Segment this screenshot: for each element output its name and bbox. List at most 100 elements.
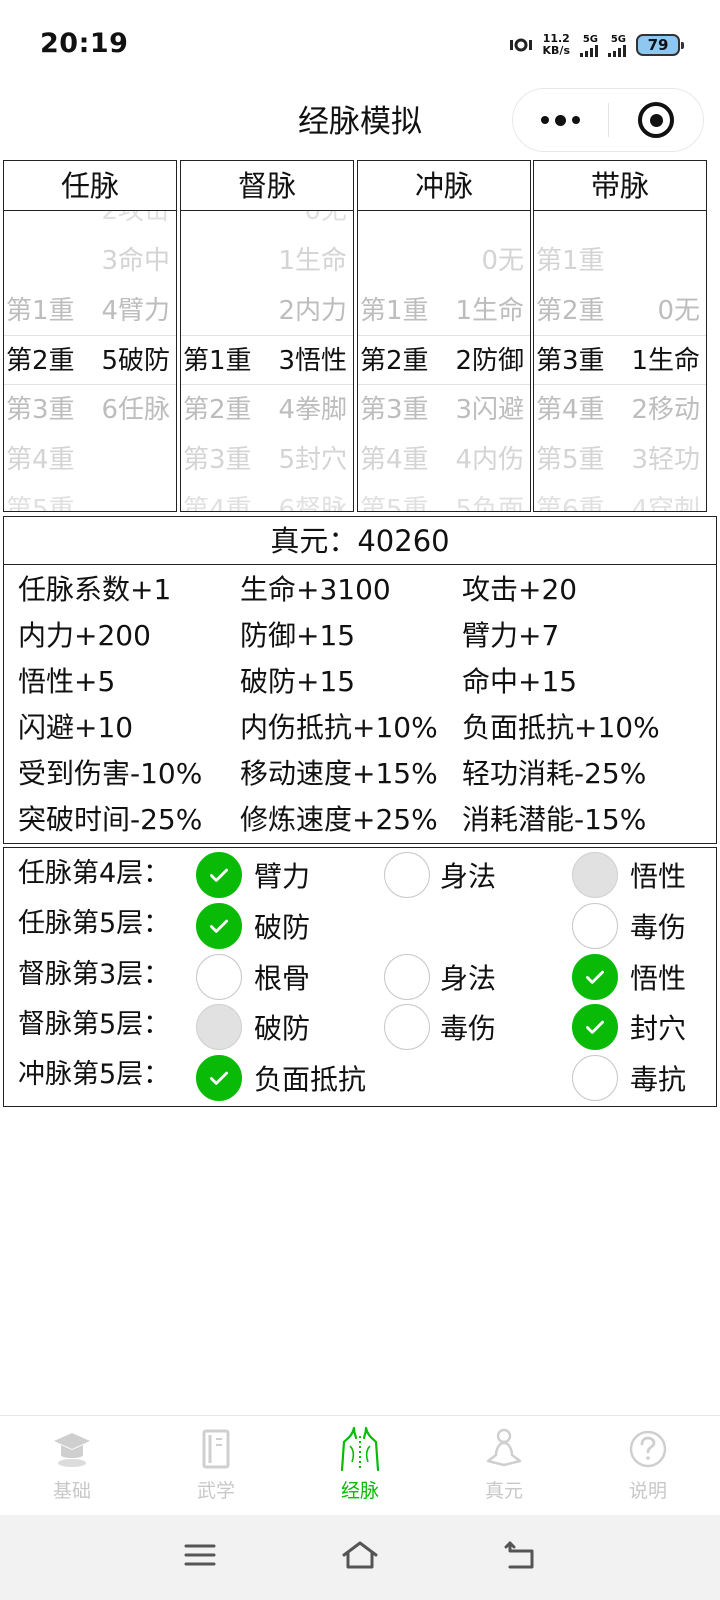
wheel-option[interactable]: 第5重 3轻功 [534, 435, 706, 485]
option-gengu[interactable]: 根骨 [196, 952, 310, 1002]
option-shenfa[interactable]: 身法 [384, 952, 496, 1002]
checkbox-disabled-icon[interactable] [572, 852, 618, 898]
picker-title: 带脉 [534, 161, 706, 211]
checkbox-checked-icon[interactable] [196, 852, 242, 898]
wheel-option[interactable] [358, 211, 530, 236]
option-shenfa[interactable]: 身法 [384, 850, 496, 900]
back-icon[interactable] [496, 1535, 544, 1575]
option-text: 臂力 [254, 860, 311, 893]
picker-chongmai[interactable]: 冲脉 0无 第1重 1生命 第2重 2防御 第3重 3闪避 第4重 4内伤 第5重 5负面 [357, 160, 531, 512]
wheel-option[interactable]: 1生命 [181, 236, 353, 286]
wheel-option[interactable]: 第3重 3闪避 [358, 385, 530, 435]
checkbox-empty-icon[interactable] [572, 1055, 618, 1101]
picker-wheel[interactable]: 第1重 第2重 0无 第3重 1生命 第4重 2移动 第5重 3轻功 第6重 4穿刺 [534, 211, 706, 511]
option-dushang[interactable]: 毒伤 [384, 1002, 496, 1052]
wheel-option-selected[interactable]: 第3重 1生命 [534, 335, 706, 385]
wheel-option[interactable]: 第4重 2移动 [534, 385, 706, 435]
option-fumian-dikang[interactable]: 负面抵抗 [196, 1053, 366, 1103]
wheel-option[interactable]: 第4重 [4, 435, 176, 485]
stat-item: 移动速度+15% [240, 757, 438, 790]
sim2-label: 5G [610, 33, 626, 45]
option-dushang[interactable]: 毒伤 [572, 901, 686, 951]
checkbox-checked-icon[interactable] [196, 1055, 242, 1101]
signal-sim1-icon: 5G [580, 34, 598, 57]
wheel-option[interactable]: 第5重 [4, 485, 176, 511]
tab-shuoming[interactable]: 说明 [576, 1416, 720, 1515]
wheel-option[interactable]: 0无 [358, 236, 530, 286]
wheel-option[interactable]: 第6重 4穿刺 [534, 485, 706, 511]
picker-wheel[interactable]: 0无 1生命 2内力 第1重 3悟性 第2重 4拳脚 第3重 5封穴 第4重 6督脉 [181, 211, 353, 511]
close-button[interactable] [609, 89, 703, 151]
wheel-option[interactable]: 第1重 1生命 [358, 286, 530, 336]
wheel-option-selected[interactable]: 第2重 2防御 [358, 335, 530, 385]
wheel-option[interactable]: 第3重 6任脉 [4, 385, 176, 435]
tab-zhenyuan[interactable]: 真元 [432, 1416, 576, 1515]
wheel-option-selected[interactable]: 第1重 3悟性 [181, 335, 353, 385]
help-circle-icon [626, 1426, 670, 1472]
stat-item: 任脉系数+1 [18, 573, 172, 606]
option-row-label: 督脉第3层： [18, 959, 171, 990]
option-text: 根骨 [254, 962, 311, 995]
battery-level: 79 [647, 36, 669, 54]
option-bili[interactable]: 臂力 [196, 850, 310, 900]
stat-item: 臂力+7 [462, 619, 560, 652]
wheel-option[interactable]: 第2重 4拳脚 [181, 385, 353, 435]
checkbox-disabled-icon[interactable] [196, 1004, 242, 1050]
tab-label: 武学 [196, 1480, 235, 1502]
tab-jichu[interactable]: 基础 [0, 1416, 144, 1515]
option-text: 毒伤 [440, 1012, 497, 1045]
stat-item: 攻击+20 [462, 573, 578, 606]
more-button[interactable] [513, 89, 608, 151]
wheel-option[interactable]: 3命中 [4, 236, 176, 286]
wheel-option[interactable] [534, 211, 706, 236]
option-dukang[interactable]: 毒抗 [572, 1053, 686, 1103]
checkbox-empty-icon[interactable] [384, 954, 430, 1000]
picker-renmai[interactable]: 任脉 2攻击 3命中 第1重 4臂力 第2重 5破防 第3重 6任脉 第4重 第5重 [3, 160, 177, 512]
option-wuxing[interactable]: 悟性 [572, 952, 686, 1002]
wheel-option[interactable]: 第4重 4内伤 [358, 435, 530, 485]
wheel-option-selected[interactable]: 第2重 5破防 [4, 335, 176, 385]
option-text: 身法 [440, 860, 497, 893]
wheel-option[interactable]: 第4重 6督脉 [181, 485, 353, 511]
wheel-option[interactable]: 第2重 0无 [534, 286, 706, 336]
picker-title: 任脉 [4, 161, 176, 211]
option-row-label: 任脉第5层： [18, 908, 171, 939]
option-fengxue[interactable]: 封穴 [572, 1002, 686, 1052]
picker-dumai[interactable]: 督脉 0无 1生命 2内力 第1重 3悟性 第2重 4拳脚 第3重 5封穴 第4重 6督… [180, 160, 354, 512]
picker-wheel[interactable]: 0无 第1重 1生命 第2重 2防御 第3重 3闪避 第4重 4内伤 第5重 5负面 [358, 211, 530, 511]
option-text: 毒伤 [630, 911, 687, 944]
checkbox-empty-icon[interactable] [572, 903, 618, 949]
checkbox-checked-icon[interactable] [572, 1004, 618, 1050]
battery-icon: 79 [636, 34, 684, 56]
tab-wuxue[interactable]: 武学 [144, 1416, 288, 1515]
checkbox-checked-icon[interactable] [572, 954, 618, 1000]
picker-daimai[interactable]: 带脉 第1重 第2重 0无 第3重 1生命 第4重 2移动 第5重 3轻功 第6重 4穿刺 [533, 160, 707, 512]
stat-item: 内伤抵抗+10% [240, 711, 438, 744]
stat-item: 防御+15 [240, 619, 356, 652]
tab-jingmai[interactable]: 经脉 [288, 1416, 432, 1515]
checkbox-empty-icon[interactable] [196, 954, 242, 1000]
sim1-label: 5G [582, 33, 598, 45]
menu-icon[interactable] [176, 1535, 224, 1575]
option-row-label: 督脉第5层： [18, 1009, 171, 1040]
target-icon [638, 102, 674, 138]
wheel-option[interactable]: 第5重 5负面 [358, 485, 530, 511]
option-pofang[interactable]: 破防 [196, 901, 310, 951]
wheel-option[interactable]: 第3重 5封穴 [181, 435, 353, 485]
option-pofang[interactable]: 破防 [196, 1002, 310, 1052]
wheel-option[interactable]: 0无 [181, 211, 353, 236]
wheel-option[interactable]: 2攻击 [4, 211, 176, 236]
wheel-option[interactable]: 第1重 4臂力 [4, 286, 176, 336]
checkbox-empty-icon[interactable] [384, 1004, 430, 1050]
nav-header: 经脉模拟 [0, 88, 720, 158]
checkbox-checked-icon[interactable] [196, 903, 242, 949]
picker-wheel[interactable]: 2攻击 3命中 第1重 4臂力 第2重 5破防 第3重 6任脉 第4重 第5重 [4, 211, 176, 511]
checkbox-empty-icon[interactable] [384, 852, 430, 898]
wheel-option[interactable]: 第1重 [534, 236, 706, 286]
option-wuxing[interactable]: 悟性 [572, 850, 686, 900]
stat-item: 修炼速度+25% [240, 803, 438, 836]
wheel-option[interactable]: 2内力 [181, 286, 353, 336]
picker-title: 冲脉 [358, 161, 530, 211]
home-icon[interactable] [336, 1535, 384, 1575]
tab-label: 基础 [52, 1480, 91, 1502]
